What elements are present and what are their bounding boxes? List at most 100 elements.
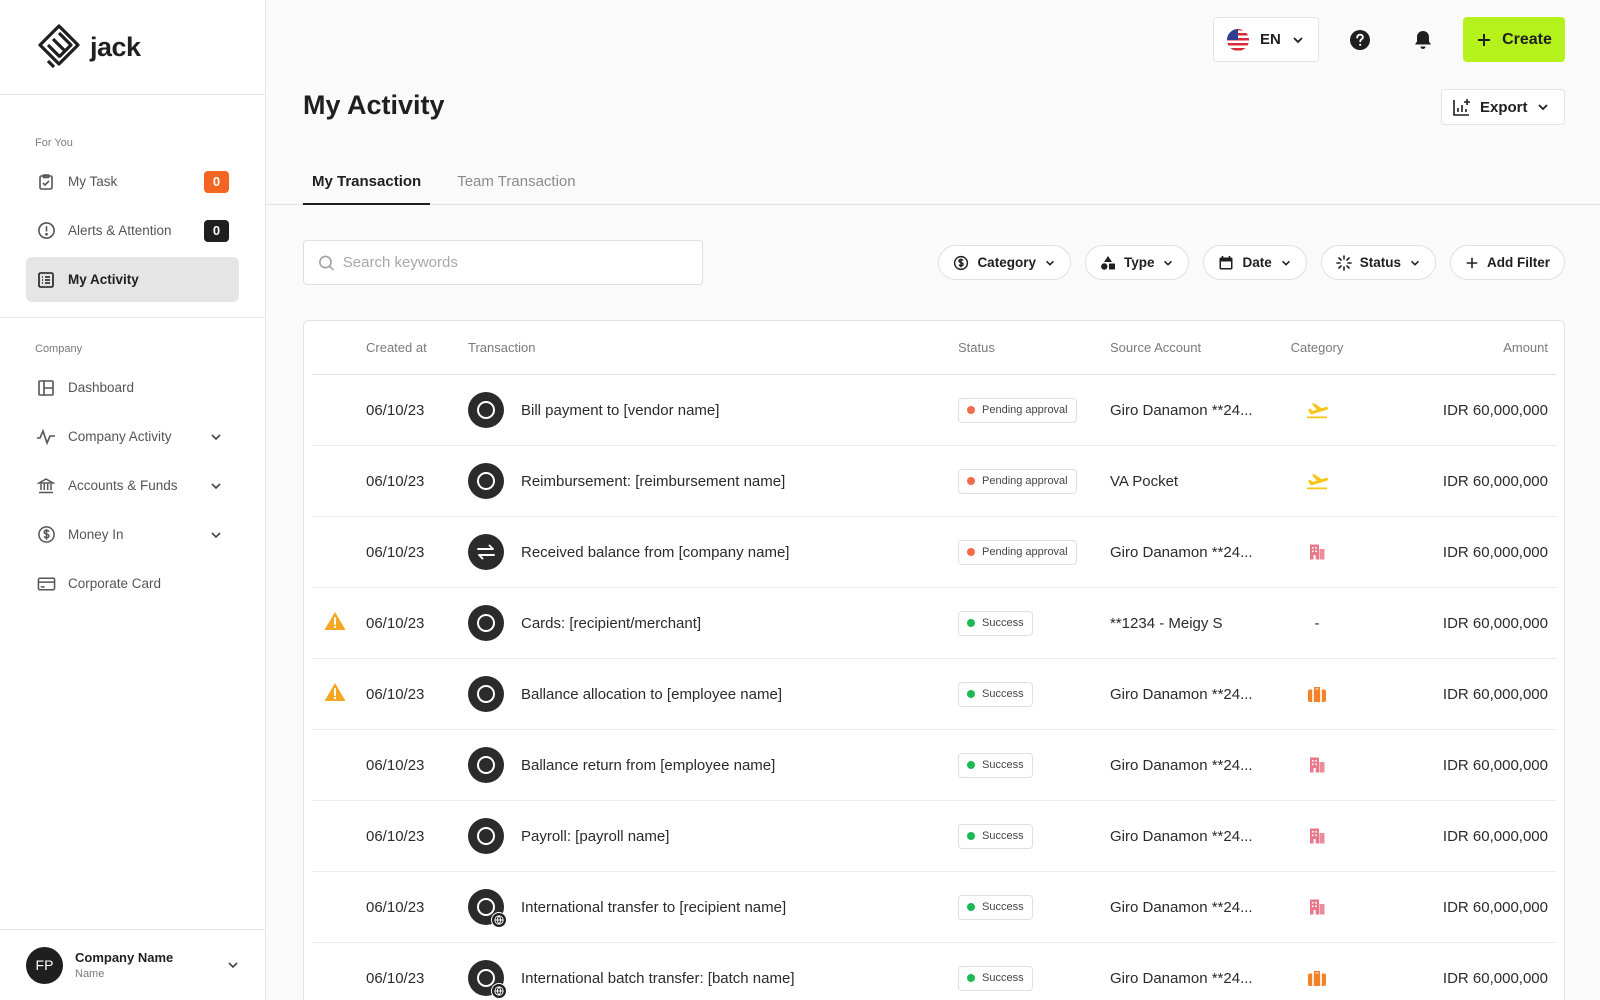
sidebar-item-dashboard[interactable]: Dashboard xyxy=(26,365,239,410)
transaction-name[interactable]: Payroll: [payroll name] xyxy=(521,828,669,845)
table-row[interactable]: 06/10/23 Reimbursement: [reimbursement na… xyxy=(312,446,1556,517)
section-title-company: Company xyxy=(35,343,83,355)
circle-icon xyxy=(477,756,495,774)
company-name: Company Name xyxy=(75,950,174,965)
status-cell: Success xyxy=(958,965,1033,991)
transaction-name[interactable]: Received balance from [company name] xyxy=(521,544,789,561)
table-row[interactable]: 06/10/23 Bill payment to [vendor name] Pen… xyxy=(312,375,1556,446)
transaction-name[interactable]: Cards: [recipient/merchant] xyxy=(521,615,701,632)
sidebar-item-my-activity[interactable]: My Activity xyxy=(26,257,239,302)
table-row[interactable]: 06/10/23 Payroll: [payroll name] Success Gi… xyxy=(312,801,1556,872)
calendar-icon xyxy=(1219,255,1233,269)
table-row[interactable]: 06/10/23 International transfer to [recip… xyxy=(312,872,1556,943)
sidebar-item-company-activity[interactable]: Company Activity xyxy=(26,414,239,459)
circle-icon xyxy=(477,685,495,703)
filter-status[interactable]: Status xyxy=(1320,245,1436,280)
table-row[interactable]: 06/10/23 Ballance return from [employee n… xyxy=(312,730,1556,801)
status-badge: Pending approval xyxy=(958,397,1077,423)
col-category[interactable]: Category xyxy=(1289,340,1345,355)
create-button[interactable]: Create xyxy=(1463,17,1565,62)
warning-icon xyxy=(324,612,346,630)
transaction-cell: International batch transfer: [batch nam… xyxy=(468,960,795,999)
tab-bar: My Transaction Team Transaction xyxy=(266,165,1600,205)
chevron-down-icon[interactable] xyxy=(226,958,240,972)
status-text: Pending approval xyxy=(982,404,1068,416)
col-created-at[interactable]: Created at xyxy=(366,340,427,355)
status-dot xyxy=(967,406,975,414)
transaction-type-icon xyxy=(468,534,504,570)
layout-icon xyxy=(36,378,56,398)
table-row[interactable]: 06/10/23 Received balance from [company n… xyxy=(312,517,1556,588)
company-switcher[interactable]: FP Company Name Name xyxy=(0,929,266,1000)
table-row[interactable]: 06/10/23 Cards: [recipient/merchant] Succe… xyxy=(312,588,1556,659)
sidebar-item-corporate-card[interactable]: Corporate Card xyxy=(26,561,239,606)
filter-label: Type xyxy=(1123,255,1155,270)
create-label: Create xyxy=(1502,30,1552,48)
amount-cell: IDR 60,000,000 xyxy=(1442,756,1548,774)
dollar-circle-icon xyxy=(954,255,969,270)
logo[interactable]: jack xyxy=(0,0,265,95)
category-cell xyxy=(1289,401,1345,419)
status-cell: Success xyxy=(958,752,1033,778)
search-input[interactable] xyxy=(342,254,688,271)
transaction-name[interactable]: Ballance allocation to [employee name] xyxy=(521,686,782,703)
chevron-down-icon xyxy=(1293,36,1303,43)
table-row[interactable]: 06/10/23 International batch transfer: [b… xyxy=(312,943,1556,1000)
amount-cell: IDR 60,000,000 xyxy=(1442,827,1548,845)
transaction-name[interactable]: Reimbursement: [reimbursement name] xyxy=(521,473,785,490)
status-text: Pending approval xyxy=(982,546,1068,558)
col-transaction[interactable]: Transaction xyxy=(468,340,535,355)
chevron-down-icon[interactable] xyxy=(209,528,223,542)
add-filter-button[interactable]: Add Filter xyxy=(1450,245,1565,280)
filter-type[interactable]: Type xyxy=(1084,245,1190,280)
transaction-name[interactable]: International transfer to [recipient nam… xyxy=(521,899,786,916)
col-amount[interactable]: Amount xyxy=(1503,340,1548,355)
export-button[interactable]: Export xyxy=(1441,89,1565,125)
logo-text: jack xyxy=(90,31,141,62)
warning-icon xyxy=(324,683,346,701)
transaction-type-icon xyxy=(468,392,504,428)
credit-card-icon xyxy=(36,574,56,594)
source-account-cell: Giro Danamon **24... xyxy=(1110,543,1253,561)
chevron-down-icon[interactable] xyxy=(209,430,223,444)
chevron-down-icon xyxy=(1411,260,1419,266)
language-code: EN xyxy=(1260,31,1281,48)
globe-icon xyxy=(491,983,507,999)
sidebar-item-my-task[interactable]: My Task 0 xyxy=(26,159,239,204)
filter-date[interactable]: Date xyxy=(1203,245,1307,280)
category-empty: - xyxy=(1314,614,1320,632)
status-dot xyxy=(967,690,975,698)
bell-icon xyxy=(1414,30,1431,49)
search-box[interactable] xyxy=(303,240,703,285)
filter-label: Status xyxy=(1359,255,1401,270)
tab-my-transaction[interactable]: My Transaction xyxy=(303,165,431,205)
help-button[interactable] xyxy=(1337,17,1382,62)
sidebar-item-accounts-funds[interactable]: Accounts & Funds xyxy=(26,463,239,508)
transactions-table: Created at Transaction Status Source Acc… xyxy=(303,320,1565,1000)
tab-team-transaction[interactable]: Team Transaction xyxy=(448,165,584,205)
language-selector[interactable]: EN xyxy=(1213,17,1319,62)
notifications-button[interactable] xyxy=(1400,17,1445,62)
amount-cell: IDR 60,000,000 xyxy=(1442,472,1548,490)
sidebar: jack For You My Task 0 Alerts & Attentio… xyxy=(0,0,266,1000)
amount-cell: IDR 60,000,000 xyxy=(1442,401,1548,419)
table-row[interactable]: 06/10/23 Ballance allocation to [employee… xyxy=(312,659,1556,730)
building-icon xyxy=(1308,543,1326,561)
help-icon xyxy=(1349,29,1370,50)
chevron-down-icon[interactable] xyxy=(209,479,223,493)
source-account-cell: VA Pocket xyxy=(1110,472,1179,490)
transaction-name[interactable]: International batch transfer: [batch nam… xyxy=(521,970,795,987)
sidebar-item-money-in[interactable]: Money In xyxy=(26,512,239,557)
transaction-name[interactable]: Bill payment to [vendor name] xyxy=(521,402,719,419)
page-title: My Activity xyxy=(303,90,445,120)
sidebar-item-alerts[interactable]: Alerts & Attention 0 xyxy=(26,208,239,253)
briefcase-icon xyxy=(1307,685,1327,703)
created-at-cell: 06/10/23 xyxy=(366,543,425,561)
status-cell: Success xyxy=(958,610,1033,636)
filter-category[interactable]: Category xyxy=(938,245,1071,280)
col-status[interactable]: Status xyxy=(958,340,995,355)
filter-label: Date xyxy=(1242,255,1272,270)
transaction-name[interactable]: Ballance return from [employee name] xyxy=(521,757,775,774)
alert-circle-icon xyxy=(36,221,56,241)
col-source-account[interactable]: Source Account xyxy=(1110,340,1201,355)
